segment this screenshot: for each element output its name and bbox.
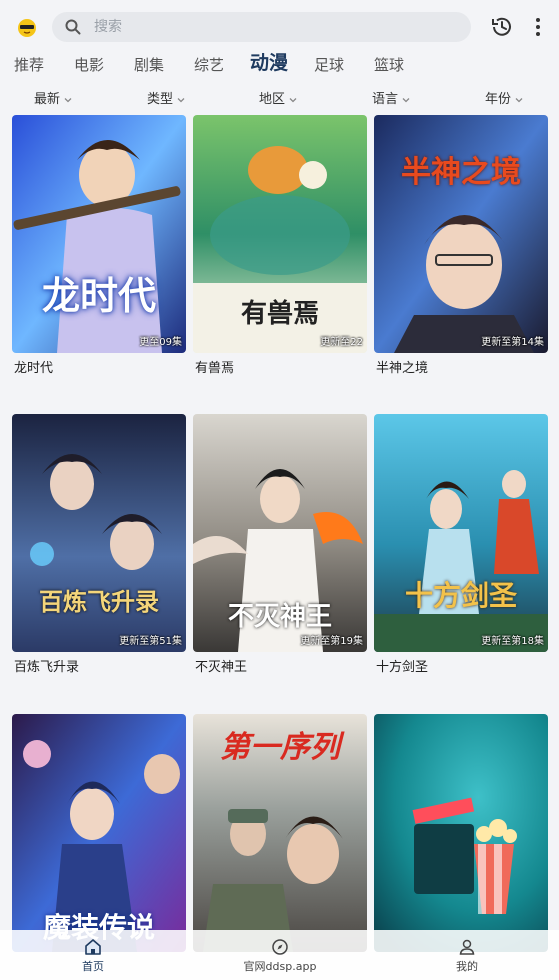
user-icon [459, 939, 475, 955]
chevron-down-icon [402, 98, 410, 103]
home-icon [85, 939, 101, 955]
chevron-down-icon [64, 98, 72, 103]
card-title: 百炼飞升录 [14, 660, 80, 675]
poster-image: 不灭神王 更新至第19集 [193, 414, 367, 652]
poster-title: 不灭神王 [227, 602, 332, 632]
nav-home[interactable]: 首页 [48, 938, 138, 974]
category-tabs: 推荐 电影 剧集 综艺 动漫 足球 篮球 [0, 52, 559, 84]
filter-latest[interactable]: 最新 [34, 90, 73, 110]
poster-title: 半神之境 [401, 155, 521, 190]
bee-face-icon[interactable] [14, 14, 40, 40]
filter-label: 地区 [259, 92, 286, 107]
filter-label: 年份 [485, 92, 512, 107]
bottom-nav: 首页 官网ddsp.app 我的 [0, 930, 559, 980]
tab-series[interactable]: 剧集 [134, 54, 164, 84]
poster-image: 第一序列 [193, 714, 367, 952]
nav-label: 我的 [456, 960, 478, 973]
search-icon [65, 19, 81, 35]
nav-label: 官网ddsp.app [243, 960, 317, 973]
card-title: 龙时代 [14, 361, 54, 376]
poster-image: 十方剑圣 更新至第18集 [374, 414, 548, 652]
filter-year[interactable]: 年份 [485, 90, 524, 110]
tab-anime[interactable]: 动漫 [250, 52, 288, 82]
tab-movie[interactable]: 电影 [74, 54, 104, 84]
episode-badge: 更新至第19集 [300, 636, 363, 647]
poster-image [374, 714, 548, 952]
filter-region[interactable]: 地区 [259, 90, 298, 110]
poster-title: 有兽焉 [240, 299, 319, 329]
filter-label: 语言 [372, 92, 399, 107]
episode-badge: 更新至第14集 [481, 337, 544, 348]
filter-label: 类型 [147, 92, 174, 107]
chevron-down-icon [177, 98, 185, 103]
poster-title: 龙时代 [41, 273, 156, 318]
tab-basketball[interactable]: 篮球 [374, 54, 404, 84]
anime-grid: 龙时代 更至09集 龙时代 有兽焉 更新至22 有兽焉 半神之境 更新至第14集… [0, 114, 559, 980]
poster-image: 半神之境 更新至第14集 [374, 115, 548, 353]
nav-website[interactable]: 官网ddsp.app [235, 938, 325, 974]
card-title: 十方剑圣 [376, 660, 429, 675]
card-title: 半神之境 [376, 361, 429, 376]
episode-badge: 更新至第18集 [481, 636, 544, 647]
poster-title: 百炼飞升录 [39, 587, 159, 616]
card-title: 有兽焉 [195, 361, 235, 376]
poster-image: 百炼飞升录 更新至第51集 [12, 414, 186, 652]
poster-image: 龙时代 更至09集 [12, 115, 186, 353]
episode-badge: 更新至第51集 [119, 636, 182, 647]
more-vertical-icon[interactable] [526, 14, 550, 40]
filter-language[interactable]: 语言 [372, 90, 411, 110]
poster-image: 魔装传说 [12, 714, 186, 952]
episode-badge: 更新至22 [320, 337, 363, 348]
tab-football[interactable]: 足球 [314, 54, 344, 84]
tab-recommend[interactable]: 推荐 [14, 54, 44, 84]
filter-label: 最新 [34, 92, 61, 107]
nav-label: 首页 [82, 960, 104, 973]
episode-badge: 更至09集 [139, 337, 182, 348]
compass-icon [272, 939, 288, 955]
top-bar: 搜索 [0, 0, 559, 54]
filter-type[interactable]: 类型 [147, 90, 186, 110]
history-icon[interactable] [489, 14, 515, 40]
poster-image: 有兽焉 更新至22 [193, 115, 367, 353]
poster-title: 第一序列 [220, 730, 340, 765]
poster-title: 十方剑圣 [404, 579, 517, 612]
chevron-down-icon [515, 98, 523, 103]
search-bar[interactable]: 搜索 [52, 12, 471, 42]
nav-profile[interactable]: 我的 [422, 938, 512, 974]
search-placeholder: 搜索 [94, 19, 122, 35]
filter-bar: 最新 类型 地区 语言 年份 [0, 84, 559, 114]
chevron-down-icon [289, 98, 297, 103]
tab-variety[interactable]: 综艺 [194, 54, 224, 84]
clapperboard-icon [412, 797, 475, 894]
card-title: 不灭神王 [195, 660, 248, 675]
